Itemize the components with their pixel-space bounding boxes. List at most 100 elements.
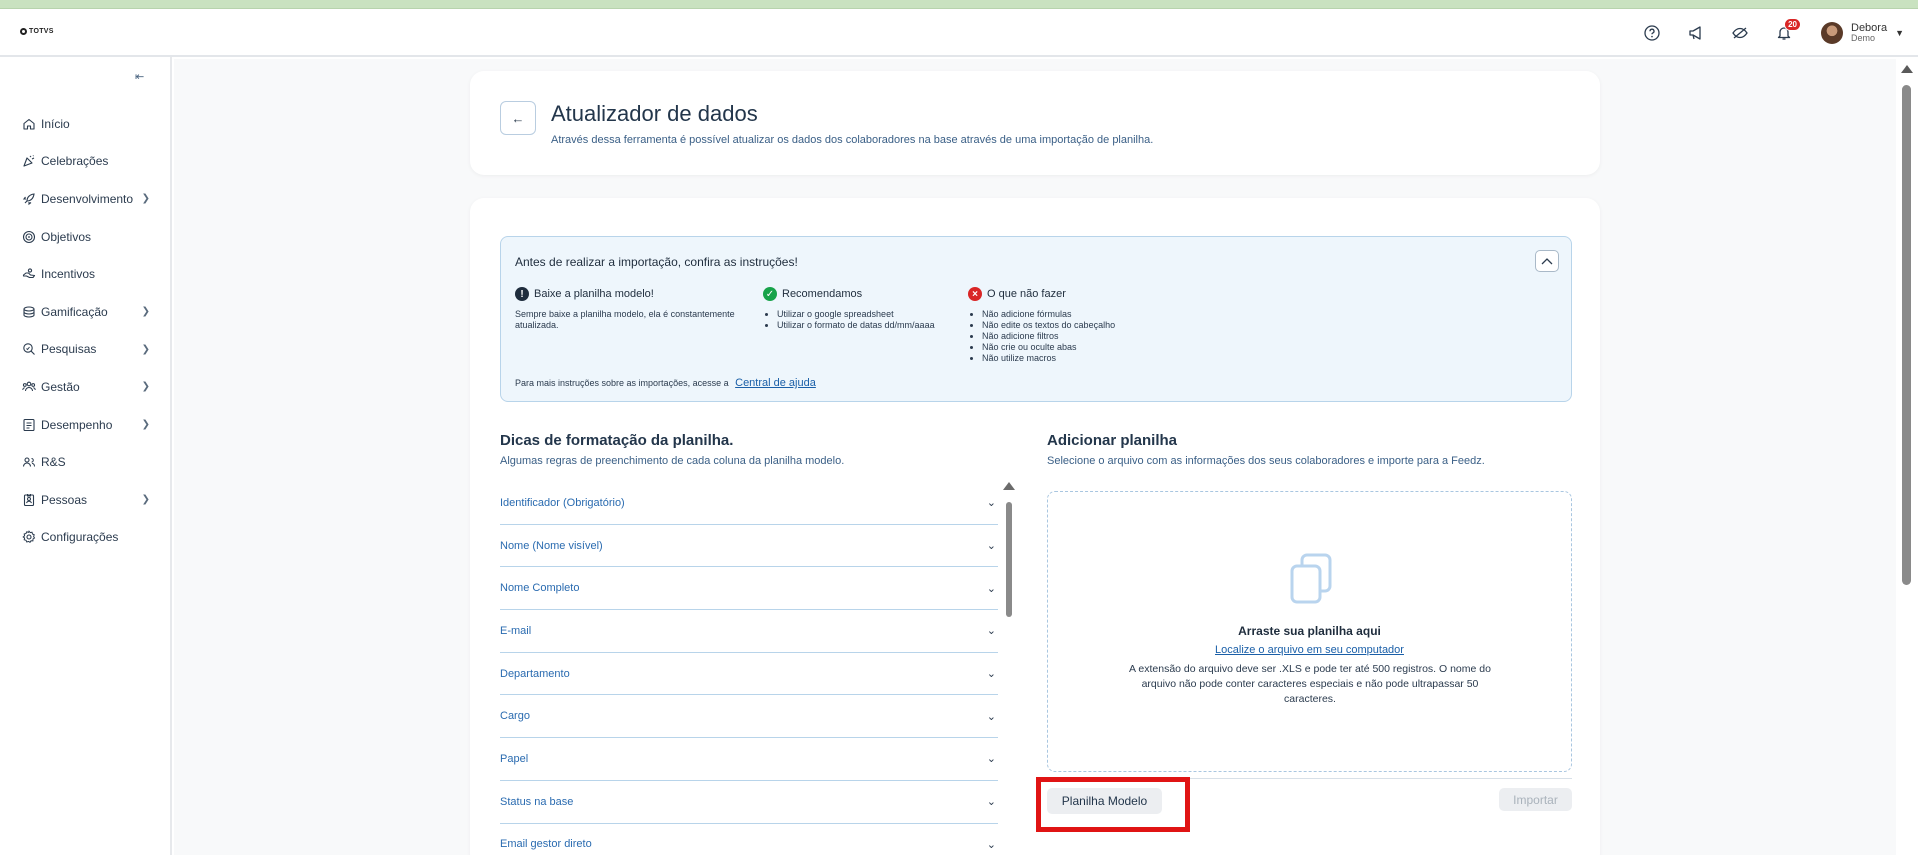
accordion-label: Cargo: [500, 710, 530, 723]
sidebar-item-label: Incentivos: [41, 267, 96, 282]
sidebar-item-label: Desempenho: [41, 417, 113, 432]
column-title: Baixe a planilha modelo!: [534, 288, 654, 300]
sidebar-item-pesquisas[interactable]: Pesquisas ❯: [0, 331, 170, 369]
chevron-down-icon: ⌄: [986, 796, 996, 809]
files-icon: [1290, 553, 1332, 604]
sidebar-item-label: Início: [41, 116, 70, 131]
sidebar-item-inicio[interactable]: Início: [0, 105, 170, 143]
page-header-card: ← Atualizador de dados Através dessa fer…: [470, 71, 1600, 175]
chevron-down-icon: ⌄: [986, 710, 996, 723]
file-dropzone[interactable]: Arraste sua planilha aqui Localize o arq…: [1047, 491, 1572, 772]
tips-subtitle: Algumas regras de preenchimento de cada …: [500, 455, 845, 467]
chevron-down-icon: ⌄: [986, 753, 996, 766]
sidebar-item-celebracoes[interactable]: Celebrações: [0, 143, 170, 181]
accordion-label: Departamento: [500, 667, 570, 680]
rocket-icon: [22, 193, 35, 206]
sidebar-item-gestao[interactable]: Gestão ❯: [0, 368, 170, 406]
chevron-right-icon: ❯: [141, 494, 150, 506]
accordion-label: Papel: [500, 752, 529, 765]
sidebar-item-label: R&S: [41, 455, 66, 470]
chevron-down-icon: ⌄: [986, 540, 996, 553]
sidebar-item-label: Gamificação: [41, 304, 108, 319]
top-bar: TOTVS 20 Debora Demo ▼: [0, 9, 1918, 57]
dropzone-title: Arraste sua planilha aqui: [1238, 624, 1381, 638]
user-menu[interactable]: Debora Demo ▼: [1821, 22, 1904, 44]
sidebar-item-desempenho[interactable]: Desempenho ❯: [0, 406, 170, 444]
accordion-item[interactable]: Cargo ⌄: [500, 695, 998, 739]
main-content: ← Atualizador de dados Através dessa fer…: [174, 59, 1896, 855]
scroll-up-icon[interactable]: [1901, 65, 1913, 73]
accordion-item[interactable]: E-mail ⌄: [500, 610, 998, 653]
chevron-right-icon: ❯: [141, 419, 150, 431]
hand-icon: [22, 268, 36, 279]
accordion-label: Email gestor direto: [500, 838, 592, 851]
accordion-item[interactable]: Identificador (Obrigatório) ⌄: [500, 482, 998, 525]
sidebar-nav: Início Celebrações Desenvolvimento ❯ Obj…: [0, 105, 170, 556]
sidebar-item-incentivos[interactable]: Incentivos: [0, 255, 170, 293]
instructions-title: Antes de realizar a importação, confira …: [515, 255, 798, 269]
instructions-footer: Para mais instruções sobre as importaçõe…: [515, 377, 816, 389]
list-item: Não adicione fórmulas: [982, 309, 1115, 320]
scroll-up-icon[interactable]: [1003, 482, 1015, 490]
home-icon: [23, 118, 35, 130]
upload-subtitle: Selecione o arquivo com as informações d…: [1047, 455, 1485, 467]
eye-off-icon[interactable]: [1729, 22, 1751, 44]
accordion-label: Status na base: [500, 795, 574, 808]
column-title: Recomendamos: [782, 288, 863, 300]
sidebar: ⇤ Início Celebrações Desenvolvimento ❯ O…: [0, 57, 172, 855]
sidebar-item-rs[interactable]: R&S: [0, 443, 170, 481]
sidebar-item-label: Desenvolvimento: [41, 191, 134, 206]
browse-file-link[interactable]: Localize o arquivo em seu computador: [1048, 644, 1571, 656]
logo-mark-icon: [20, 28, 27, 35]
page-title: Atualizador de dados: [551, 101, 758, 126]
collapse-instructions-button[interactable]: [1535, 250, 1559, 272]
tips-scrollbar[interactable]: [1003, 482, 1015, 855]
dropzone-note: A extensão do arquivo deve ser .XLS e po…: [1129, 663, 1491, 705]
list-item: Não edite os textos do cabeçalho: [982, 320, 1115, 331]
id-badge-icon: [23, 493, 35, 506]
sidebar-item-pessoas[interactable]: Pessoas ❯: [0, 481, 170, 519]
arrow-left-icon: ←: [511, 110, 525, 126]
accordion-label: E-mail: [500, 624, 532, 637]
back-button[interactable]: ←: [500, 101, 536, 135]
accordion-item[interactable]: Departamento ⌄: [500, 653, 998, 696]
accordion-item[interactable]: Status na base ⌄: [500, 781, 998, 824]
page-scrollbar[interactable]: [1896, 59, 1918, 855]
accordion-label: Nome Completo: [500, 582, 580, 595]
accordion-item[interactable]: Nome Completo ⌄: [500, 567, 998, 611]
totvs-logo[interactable]: TOTVS: [20, 28, 54, 35]
chevron-right-icon: ❯: [141, 381, 150, 393]
search-icon: [23, 343, 35, 356]
sidebar-item-label: Objetivos: [41, 229, 92, 244]
accordion-item[interactable]: Papel ⌄: [500, 738, 998, 781]
chevron-down-icon: ⌄: [986, 838, 996, 851]
user-subtitle: Demo: [1851, 33, 1876, 43]
sidebar-item-configuracoes[interactable]: Configurações: [0, 519, 170, 557]
accordion-item[interactable]: Email gestor direto ⌄: [500, 824, 998, 855]
column-title: O que não fazer: [987, 288, 1066, 300]
help-icon[interactable]: [1641, 22, 1663, 44]
chevron-right-icon: ❯: [141, 343, 150, 355]
chevron-up-icon: [1541, 258, 1553, 265]
page-subtitle: Através dessa ferramenta é possível atua…: [551, 134, 1154, 146]
exclamation-icon: !: [515, 287, 529, 301]
x-circle-icon: ×: [968, 287, 982, 301]
coins-icon: [23, 306, 35, 318]
help-center-link[interactable]: Central de ajuda: [735, 377, 816, 389]
list-item: Não adicione filtros: [982, 331, 1115, 342]
sidebar-item-gamificacao[interactable]: Gamificação ❯: [0, 293, 170, 331]
import-button[interactable]: Importar: [1499, 788, 1572, 811]
scroll-thumb[interactable]: [1902, 85, 1911, 585]
collapse-sidebar-icon[interactable]: ⇤: [135, 70, 144, 83]
list-item: Utilizar o formato de datas dd/mm/aaaa: [777, 320, 935, 331]
accordion-label: Identificador (Obrigatório): [500, 496, 625, 509]
sidebar-item-desenvolvimento[interactable]: Desenvolvimento ❯: [0, 180, 170, 218]
megaphone-icon[interactable]: [1685, 22, 1707, 44]
sidebar-item-objetivos[interactable]: Objetivos: [0, 218, 170, 256]
instructions-panel: Antes de realizar a importação, confira …: [500, 236, 1572, 402]
sidebar-item-label: Gestão: [41, 379, 80, 394]
scroll-thumb[interactable]: [1006, 502, 1012, 617]
bell-icon[interactable]: 20: [1773, 18, 1801, 44]
logo-text: TOTVS: [29, 28, 54, 35]
accordion-item[interactable]: Nome (Nome visível) ⌄: [500, 525, 998, 568]
